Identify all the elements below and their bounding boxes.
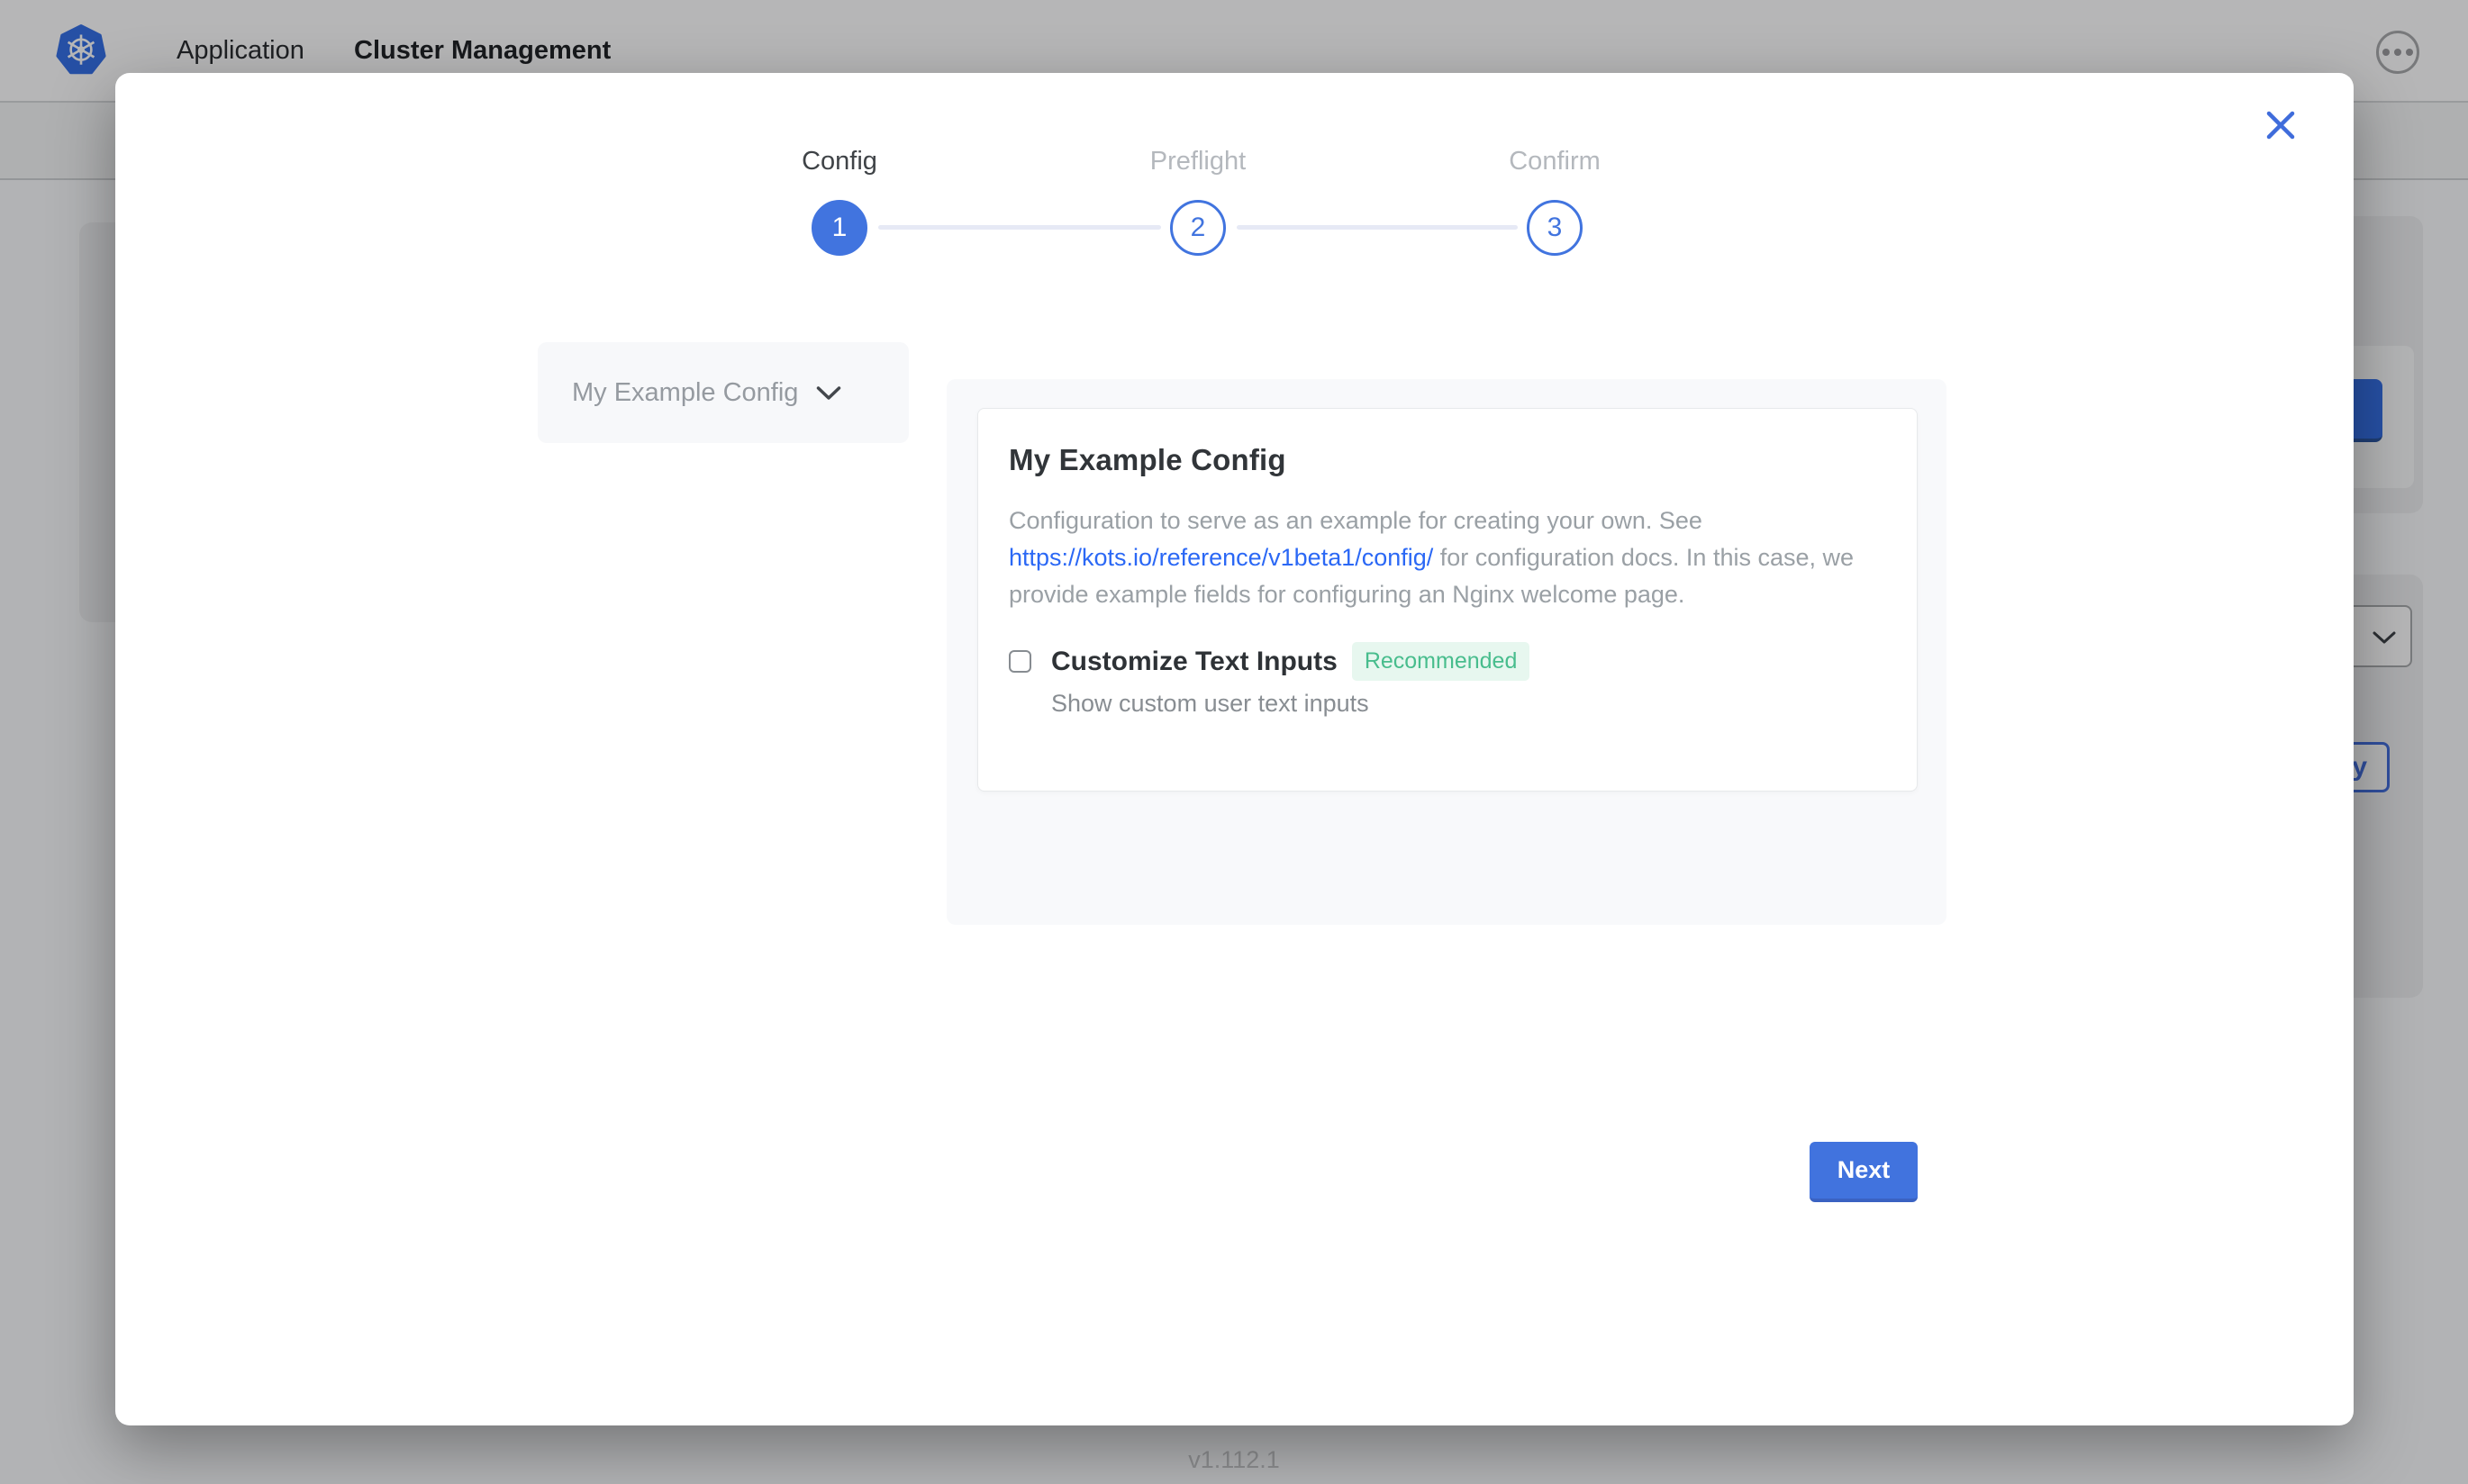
step-label-preflight: Preflight xyxy=(1150,147,1246,176)
close-icon[interactable] xyxy=(2263,107,2299,143)
chevron-down-icon xyxy=(816,385,841,401)
config-group-title: My Example Config xyxy=(1009,443,1886,477)
step-connector-1 xyxy=(878,225,1161,230)
config-group-card: My Example Config Configuration to serve… xyxy=(977,408,1918,792)
checkbox-help-text: Show custom user text inputs xyxy=(1051,690,1886,718)
recommended-badge: Recommended xyxy=(1352,642,1530,681)
step-circle-1[interactable]: 1 xyxy=(812,200,867,256)
config-wizard-modal: Config Preflight Confirm 1 2 3 My Exampl… xyxy=(115,73,2354,1425)
step-circle-3[interactable]: 3 xyxy=(1527,200,1583,256)
customize-text-inputs-checkbox[interactable] xyxy=(1009,650,1031,673)
config-group-description: Configuration to serve as an example for… xyxy=(1009,502,1884,613)
config-panel: My Example Config Configuration to serve… xyxy=(947,379,1946,925)
step-label-confirm: Confirm xyxy=(1509,147,1601,176)
config-group-dropdown-label: My Example Config xyxy=(572,378,798,408)
step-connector-2 xyxy=(1237,225,1518,230)
config-docs-link[interactable]: https://kots.io/reference/v1beta1/config… xyxy=(1009,544,1433,571)
step-label-config: Config xyxy=(802,147,877,176)
config-group-dropdown[interactable]: My Example Config xyxy=(538,342,909,443)
checkbox-label: Customize Text Inputs xyxy=(1051,647,1338,677)
next-button[interactable]: Next xyxy=(1810,1142,1918,1202)
checkbox-row: Customize Text Inputs Recommended xyxy=(1009,642,1886,681)
description-text-before: Configuration to serve as an example for… xyxy=(1009,507,1702,534)
step-circle-2[interactable]: 2 xyxy=(1170,200,1226,256)
